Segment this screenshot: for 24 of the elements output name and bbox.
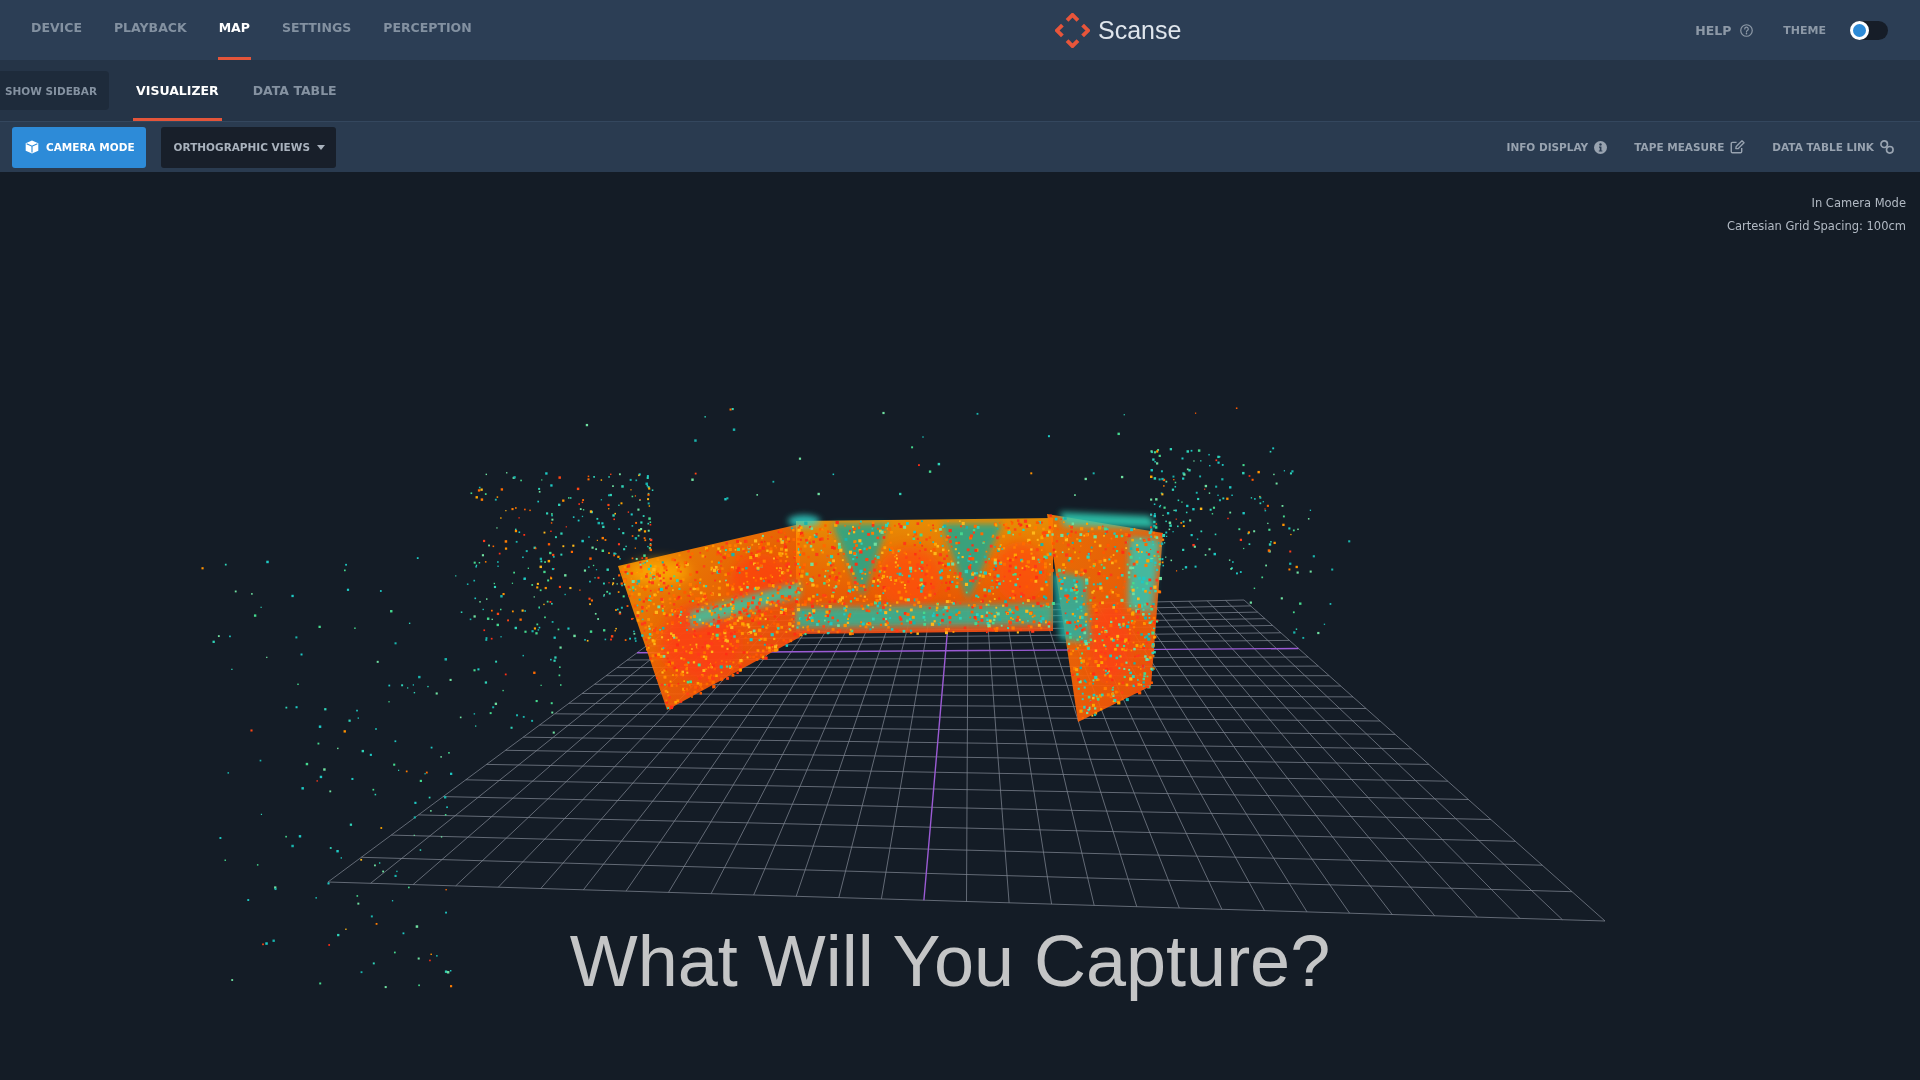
status-text: Cartesian Grid Spacing: 100cm	[1726, 218, 1906, 235]
brand-name: Scanse	[1098, 15, 1182, 45]
help-button[interactable]: HELP	[1695, 22, 1754, 38]
theme-label: THEME	[1783, 23, 1826, 37]
nav-tab[interactable]: PERCEPTION	[382, 0, 473, 60]
orthographic-views-dropdown[interactable]: ORTHOGRAPHIC VIEWS	[160, 126, 336, 168]
info-display-button[interactable]: INFO DISPLAY	[1506, 140, 1608, 154]
info-icon	[1594, 140, 1608, 154]
theme-toggle[interactable]	[1850, 20, 1888, 40]
view-tab[interactable]: DATA TABLE	[249, 60, 340, 121]
link-icon	[1880, 140, 1894, 154]
caret-icon	[316, 144, 325, 150]
status-text: In Camera Mode	[1811, 195, 1906, 212]
tape-measure-button[interactable]: TAPE MEASURE	[1634, 140, 1746, 154]
help-icon	[1740, 23, 1754, 37]
nav-tab[interactable]: SETTINGS	[280, 0, 353, 60]
camera-mode-button[interactable]: CAMERA MODE	[12, 126, 146, 168]
data-table-link-button[interactable]: DATA TABLE LINK	[1772, 140, 1894, 154]
nav-tab[interactable]: PLAYBACK	[112, 0, 188, 60]
cube-icon	[25, 140, 39, 154]
logo-icon	[1055, 12, 1090, 48]
edit-icon	[1730, 140, 1746, 154]
show-sidebar-button[interactable]: SHOW SIDEBAR	[0, 71, 110, 110]
nav-tab[interactable]: DEVICE	[30, 0, 83, 60]
